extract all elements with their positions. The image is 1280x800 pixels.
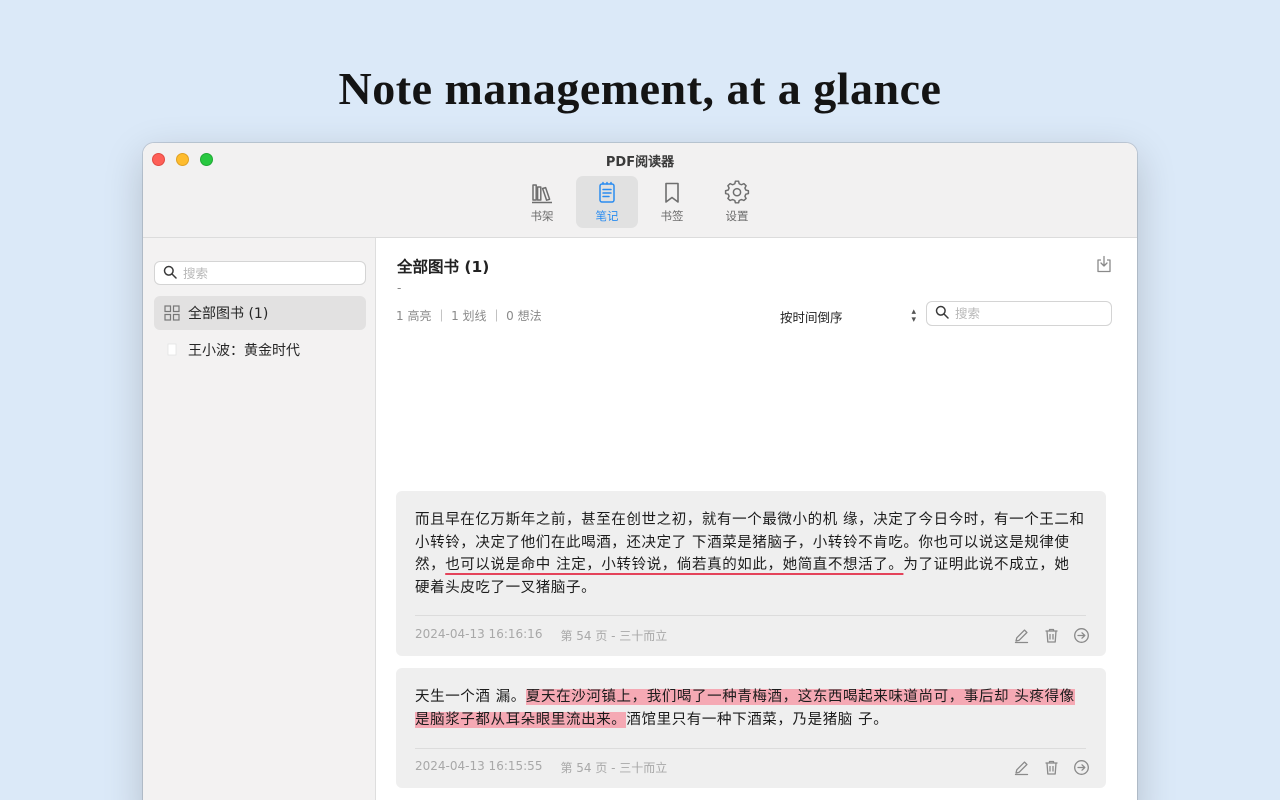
search-icon xyxy=(935,304,949,323)
pencil-icon xyxy=(1014,761,1029,776)
sidebar: 全部图书 (1) 王小波：黄金时代 xyxy=(143,238,376,800)
edit-note-button[interactable] xyxy=(1013,627,1030,644)
note-actions xyxy=(1013,759,1090,776)
bookmark-icon xyxy=(659,180,685,206)
note-text-after: 酒馆里只有一种下酒菜，乃是猪脑 子。 xyxy=(626,711,889,728)
sidebar-item-book[interactable]: 王小波：黄金时代 xyxy=(154,333,366,367)
divider xyxy=(415,748,1086,749)
headline: Note management, at a glance xyxy=(338,63,942,114)
delete-note-button[interactable] xyxy=(1043,627,1060,644)
tab-notes[interactable]: 笔记 xyxy=(576,176,638,228)
toolbar: 书架 笔记 书签 设置 xyxy=(511,176,768,229)
divider xyxy=(415,615,1086,616)
tab-bookmarks[interactable]: 书签 xyxy=(641,176,703,228)
tab-settings-label: 设置 xyxy=(725,209,749,223)
tab-bookshelf[interactable]: 书架 xyxy=(511,176,573,228)
book-subtitle: - xyxy=(397,281,402,295)
notes-search[interactable] xyxy=(926,301,1112,326)
note-text-plain: 天生一个酒 漏。 xyxy=(415,689,526,705)
note-meta: 2024-04-13 16:15:55 第 54 页 - 三十而立 xyxy=(415,759,667,776)
tab-bookshelf-label: 书架 xyxy=(530,209,554,223)
note-actions xyxy=(1013,627,1090,644)
note-location: 第 54 页 - 三十而立 xyxy=(560,761,668,775)
export-button[interactable] xyxy=(1096,255,1112,273)
edit-note-button[interactable] xyxy=(1013,759,1030,776)
sidebar-search[interactable] xyxy=(154,261,366,285)
notes-search-input[interactable] xyxy=(955,306,1111,321)
notes-panel: 全部图书 (1) - 1 高亮 ｜ 1 划线 ｜ 0 想法 按时间倒序 ▴▾ 而… xyxy=(376,238,1137,800)
note-stats: 1 高亮 ｜ 1 划线 ｜ 0 想法 xyxy=(396,309,542,323)
window-title: PDF阅读器 xyxy=(605,155,675,170)
note-timestamp: 2024-04-13 16:15:55 xyxy=(415,759,543,773)
chevron-updown-icon: ▴ ▾ xyxy=(911,307,916,325)
note-meta: 2024-04-13 16:16:16 第 54 页 - 三十而立 xyxy=(415,627,667,644)
book-icon xyxy=(164,342,180,358)
trash-icon xyxy=(1045,628,1058,643)
note-card[interactable]: 天生一个酒 漏。夏天在沙河镇上，我们喝了一种青梅酒，这东西喝起来味道尚可，事后却… xyxy=(396,668,1106,788)
note-text: 天生一个酒 漏。夏天在沙河镇上，我们喝了一种青梅酒，这东西喝起来味道尚可，事后却… xyxy=(415,686,1087,731)
gear-icon xyxy=(724,180,750,206)
delete-note-button[interactable] xyxy=(1043,759,1060,776)
tab-settings[interactable]: 设置 xyxy=(706,176,768,228)
tab-bookmarks-label: 书签 xyxy=(660,209,684,223)
arrow-right-circle-icon xyxy=(1074,628,1089,643)
export-icon xyxy=(1097,255,1111,273)
sidebar-item-label: 王小波：黄金时代 xyxy=(188,343,300,359)
note-location: 第 54 页 - 三十而立 xyxy=(560,629,668,643)
sidebar-item-label: 全部图书 (1) xyxy=(188,306,269,322)
tab-notes-label: 笔记 xyxy=(595,209,619,223)
sidebar-search-input[interactable] xyxy=(183,265,343,281)
sort-label: 按时间倒序 xyxy=(780,309,843,325)
note-timestamp: 2024-04-13 16:16:16 xyxy=(415,627,543,641)
pencil-icon xyxy=(1014,629,1029,644)
grid-icon xyxy=(164,305,180,321)
page-title: 全部图书 (1) xyxy=(397,258,490,276)
go-to-note-button[interactable] xyxy=(1073,627,1090,644)
arrow-right-circle-icon xyxy=(1074,760,1089,775)
search-icon xyxy=(163,264,177,283)
trash-icon xyxy=(1045,760,1058,775)
bookshelf-icon xyxy=(529,180,555,206)
note-card[interactable]: 而且早在亿万斯年之前，甚至在创世之初，就有一个最微小的机 缘，决定了今日今时，有… xyxy=(396,491,1106,656)
sidebar-item-all-books[interactable]: 全部图书 (1) xyxy=(154,296,366,330)
go-to-note-button[interactable] xyxy=(1073,759,1090,776)
note-text: 而且早在亿万斯年之前，甚至在创世之初，就有一个最微小的机 缘，决定了今日今时，有… xyxy=(415,509,1087,599)
titlebar: PDF阅读器 书架 笔记 书签 设置 xyxy=(143,143,1137,238)
notes-icon xyxy=(594,180,620,206)
app-window: PDF阅读器 书架 笔记 书签 设置 搜索 全部图书 (1) 王小波：黄金时代 … xyxy=(143,143,1137,800)
note-underline: 也可以说是命中 注定，小转铃说，倘若真的如此，她简直不想活了。 xyxy=(445,557,904,573)
sort-select[interactable]: 按时间倒序 ▴ ▾ xyxy=(780,304,916,328)
